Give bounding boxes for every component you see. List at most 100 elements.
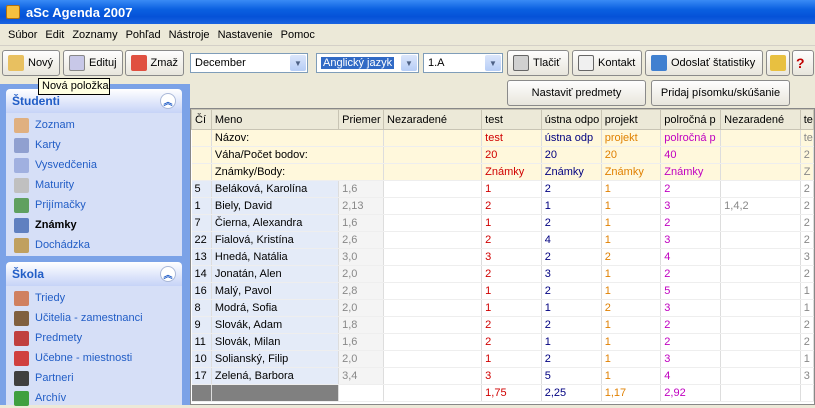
table-cell[interactable]: 16: [191, 282, 212, 300]
table-cell[interactable]: [383, 282, 483, 300]
column-header[interactable]: Čí: [191, 109, 212, 130]
sidebar-item-list[interactable]: Zoznam: [6, 115, 182, 135]
table-cell[interactable]: 3: [660, 197, 722, 215]
table-cell[interactable]: 5: [541, 367, 602, 385]
table-cell[interactable]: [720, 316, 801, 334]
table-cell[interactable]: [720, 350, 801, 368]
table-cell[interactable]: 13: [191, 248, 212, 266]
menu-file[interactable]: Súbor: [4, 29, 41, 41]
table-cell[interactable]: 2: [541, 214, 602, 232]
table-cell[interactable]: 2,13: [338, 197, 385, 215]
table-cell[interactable]: 2: [800, 333, 815, 351]
table-cell[interactable]: 7: [191, 214, 212, 232]
table-row[interactable]: 11 Slovák, Milan 1,6 2 1 1 2 2: [191, 333, 815, 351]
table-cell[interactable]: 2: [481, 231, 542, 249]
class-select[interactable]: 1.A ▼: [423, 53, 503, 73]
subject-select[interactable]: Anglický jazyk ▼: [316, 53, 419, 73]
table-cell[interactable]: 2: [541, 180, 602, 198]
table-cell[interactable]: [720, 180, 801, 198]
table-cell[interactable]: 22: [191, 231, 212, 249]
table-cell[interactable]: 1: [481, 282, 542, 300]
table-cell[interactable]: 1,6: [338, 180, 385, 198]
table-cell[interactable]: Modrá, Sofia: [211, 299, 340, 317]
table-cell[interactable]: 3: [541, 265, 602, 283]
month-select[interactable]: December ▼: [190, 53, 308, 73]
table-cell[interactable]: 2: [660, 265, 722, 283]
table-cell[interactable]: Jonatán, Alen: [211, 265, 340, 283]
table-cell[interactable]: 1: [601, 214, 662, 232]
meta-value[interactable]: polročná p: [660, 129, 722, 147]
table-row[interactable]: 13 Hnedá, Natália 3,0 3 2 2 4 3: [191, 248, 815, 266]
delete-button[interactable]: Zmaž: [125, 50, 184, 76]
table-cell[interactable]: 1: [481, 214, 542, 232]
help-button[interactable]: ?: [792, 50, 814, 76]
set-subjects-button[interactable]: Nastaviť predmety: [507, 80, 646, 106]
sidebar-item-classes[interactable]: Triedy: [6, 288, 182, 308]
sidebar-item-matura[interactable]: Maturity: [6, 175, 182, 195]
table-cell[interactable]: 2: [541, 316, 602, 334]
table-cell[interactable]: 5: [660, 282, 722, 300]
table-cell[interactable]: 1: [541, 299, 602, 317]
table-cell[interactable]: 2: [541, 248, 602, 266]
table-cell[interactable]: 2,6: [338, 231, 385, 249]
meta-value[interactable]: Známky: [601, 163, 662, 181]
table-cell[interactable]: Čierna, Alexandra: [211, 214, 340, 232]
column-header[interactable]: te: [799, 109, 815, 130]
tool-button[interactable]: [766, 50, 790, 76]
table-row[interactable]: 1 Biely, David 2,13 2 1 1 3 1,4,2 2: [191, 197, 815, 215]
table-cell[interactable]: [383, 214, 483, 232]
table-cell[interactable]: 3,4: [338, 367, 385, 385]
table-cell[interactable]: 2: [481, 265, 542, 283]
table-cell[interactable]: [383, 350, 483, 368]
send-stats-button[interactable]: Odoslať štatistiky: [645, 50, 763, 76]
table-cell[interactable]: 1: [601, 197, 662, 215]
meta-value[interactable]: te: [800, 129, 815, 147]
table-cell[interactable]: 2: [800, 197, 815, 215]
sidebar-item-archive[interactable]: Archív: [6, 388, 182, 408]
table-row[interactable]: 22 Fialová, Kristína 2,6 2 4 1 3 2: [191, 231, 815, 249]
table-cell[interactable]: 1,4,2: [720, 197, 801, 215]
menu-edit[interactable]: Edit: [41, 29, 68, 41]
table-cell[interactable]: 1: [481, 299, 542, 317]
meta-value[interactable]: [720, 129, 801, 147]
table-cell[interactable]: 5: [191, 180, 212, 198]
table-cell[interactable]: 2: [481, 333, 542, 351]
table-cell[interactable]: 11: [191, 333, 212, 351]
table-cell[interactable]: [383, 299, 483, 317]
table-cell[interactable]: 3: [800, 248, 815, 266]
sidebar-item-teachers[interactable]: Učitelia - zamestnanci: [6, 308, 182, 328]
table-cell[interactable]: 1: [541, 197, 602, 215]
new-button[interactable]: Nový: [2, 50, 60, 76]
table-cell[interactable]: 1,6: [338, 333, 385, 351]
meta-value[interactable]: [720, 146, 801, 164]
table-cell[interactable]: 3: [660, 350, 722, 368]
table-cell[interactable]: 4: [660, 367, 722, 385]
table-cell[interactable]: 1: [601, 180, 662, 198]
table-row[interactable]: 16 Malý, Pavol 2,8 1 2 1 5 1: [191, 282, 815, 300]
edit-button[interactable]: Edituj: [63, 50, 123, 76]
sidebar-item-certificates[interactable]: Vysvedčenia: [6, 155, 182, 175]
sidebar-item-admissions[interactable]: Prijímačky: [6, 195, 182, 215]
table-cell[interactable]: 1: [800, 299, 815, 317]
table-cell[interactable]: 3: [481, 367, 542, 385]
table-cell[interactable]: [720, 265, 801, 283]
table-cell[interactable]: Zelená, Barbora: [211, 367, 340, 385]
add-exam-button[interactable]: Pridaj písomku/skúšanie: [651, 80, 790, 106]
collapse-icon[interactable]: ︽: [160, 266, 176, 282]
table-cell[interactable]: 2: [481, 197, 542, 215]
table-cell[interactable]: [383, 316, 483, 334]
menu-view[interactable]: Pohľad: [122, 29, 165, 41]
table-cell[interactable]: 1: [601, 333, 662, 351]
table-row[interactable]: 8 Modrá, Sofia 2,0 1 1 2 3 1: [191, 299, 815, 317]
sidebar-item-partners[interactable]: Partneri: [6, 368, 182, 388]
collapse-icon[interactable]: ︽: [160, 93, 176, 109]
table-cell[interactable]: 2: [541, 282, 602, 300]
table-cell[interactable]: 1,8: [338, 316, 385, 334]
table-cell[interactable]: 4: [541, 231, 602, 249]
meta-value[interactable]: 20: [481, 146, 542, 164]
sidebar-item-rooms[interactable]: Učebne - miestnosti: [6, 348, 182, 368]
table-cell[interactable]: 17: [191, 367, 212, 385]
meta-value[interactable]: 2: [800, 146, 815, 164]
table-cell[interactable]: 8: [191, 299, 212, 317]
meta-value[interactable]: test: [481, 129, 542, 147]
